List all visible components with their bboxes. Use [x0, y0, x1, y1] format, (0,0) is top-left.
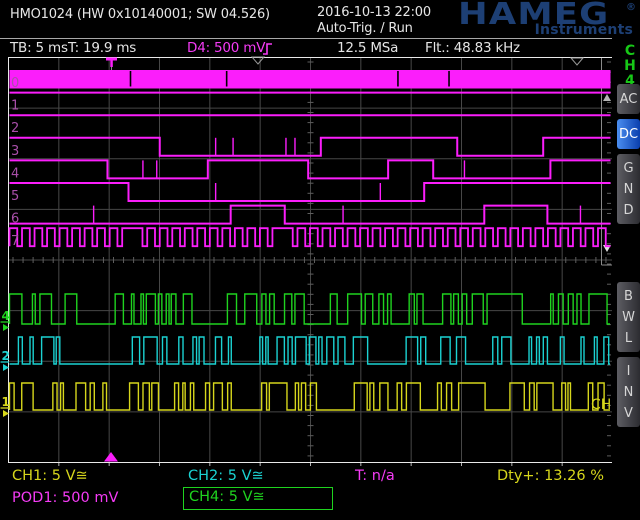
digital-channel-label-4: 4 [11, 166, 19, 181]
trigger-level-marker-icon [252, 57, 264, 64]
digital-channel-label-0: 0 [11, 76, 19, 91]
digital-channel-label-2: 2 [11, 121, 19, 136]
scope-display: 01234567421CH, [0, 0, 640, 520]
digital-channel-label-5: 5 [11, 189, 19, 204]
channel-marker-ch1: 1 [1, 395, 10, 417]
softmenu-sidebar: CH4 AC DC GND BWL INV [612, 38, 640, 520]
bottom-trigger-freq-label: T: n/a [355, 468, 395, 484]
svg-text:1: 1 [2, 395, 10, 409]
sidebar-button-ac[interactable]: AC [617, 84, 640, 114]
sidebar-button-inv[interactable]: INV [617, 357, 640, 427]
wave-d0 [10, 70, 611, 89]
bottom-ch4-box: CH4: 5 V≅ [183, 487, 333, 510]
channel-marker-ch4: 4 [1, 309, 10, 331]
bottom-pod1-label: POD1: 500 mV [12, 490, 118, 506]
wave-ch4 [10, 294, 611, 324]
svg-text:2: 2 [2, 349, 10, 363]
sidebar-channel-title: CH4 [622, 44, 638, 89]
sidebar-button-dc[interactable]: DC [617, 119, 640, 149]
bottom-duty-label: Dty+: 13.26 % [497, 468, 604, 484]
scrollbar-up-icon[interactable] [603, 94, 611, 101]
digital-channel-label-7: 7 [11, 234, 19, 249]
bottom-ch1-label: CH1: 5 V≅ [12, 468, 88, 484]
wave-ch2 [10, 337, 611, 364]
bottom-ch2-label: CH2: 5 V≅ [188, 468, 264, 484]
digital-channel-label-1: 1 [11, 99, 19, 114]
channel-marker-ch2: 2 [1, 349, 10, 371]
bottom-ch4-label: CH4: 5 V≅ [189, 489, 265, 505]
sidebar-button-gnd[interactable]: GND [617, 154, 640, 224]
sidebar-button-bwl[interactable]: BWL [617, 282, 640, 352]
digital-channel-label-6: 6 [11, 212, 19, 227]
wave-ch1 [10, 383, 611, 410]
digital-channel-label-3: 3 [11, 144, 19, 159]
trigger-markers [104, 57, 583, 462]
wave-d7 [10, 228, 611, 246]
svg-text:4: 4 [2, 309, 10, 323]
reference-marker-icon [571, 58, 583, 65]
trigger-time-marker-bottom [104, 452, 118, 462]
